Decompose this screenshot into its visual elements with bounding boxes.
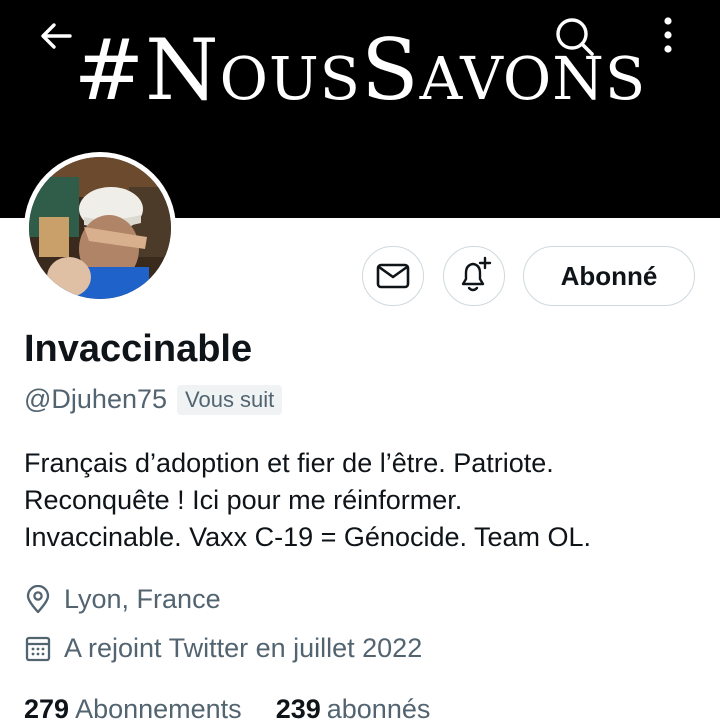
followers-count: 239 [275,694,321,724]
stats-row: 279 Abonnements 239 abonnés [24,694,430,725]
notifications-button[interactable] [443,246,505,306]
avatar[interactable] [24,152,176,304]
envelope-icon [376,263,410,289]
followers-label: abonnés [326,694,431,724]
followers-link[interactable]: 239 abonnés [276,694,431,725]
joined-row: A rejoint Twitter en juillet 2022 [24,633,422,664]
calendar-icon [25,636,51,661]
arrow-left-icon [41,23,72,49]
bio-line: Reconquête ! Ici pour me réinformer. [24,485,463,515]
following-count: 279 [24,694,70,724]
display-name: Invaccinable [24,328,253,370]
bell-plus-icon [461,256,492,292]
search-icon [556,18,594,56]
avatar-image [29,157,171,299]
joined-text: A rejoint Twitter en juillet 2022 [64,633,423,663]
following-label: Abonnements [75,694,242,724]
message-button[interactable] [362,246,424,306]
location-text: Lyon, France [64,584,221,614]
bio-line: Français d’adoption et fier de l’être. P… [24,448,554,478]
more-button[interactable] [646,14,690,58]
user-handle: @Djuhen75 [24,384,168,414]
follows-you-badge: Vous suit [177,384,283,415]
location-pin-icon [26,584,50,613]
handle-row: @Djuhen75 Vous suit [24,384,283,415]
following-link[interactable]: 279 Abonnements [24,694,242,725]
back-button[interactable] [34,14,78,58]
banner-text: #NousSavons [73,21,647,119]
search-button[interactable] [552,14,596,58]
bio-line: Invaccinable. Vaxx C-19 = Génocide. Team… [24,522,592,552]
location-row: Lyon, France [24,584,221,615]
more-vertical-icon [664,17,672,53]
profile-bio: Français d’adoption et fier de l’être. P… [24,445,704,556]
following-button[interactable]: Abonné [523,246,695,306]
